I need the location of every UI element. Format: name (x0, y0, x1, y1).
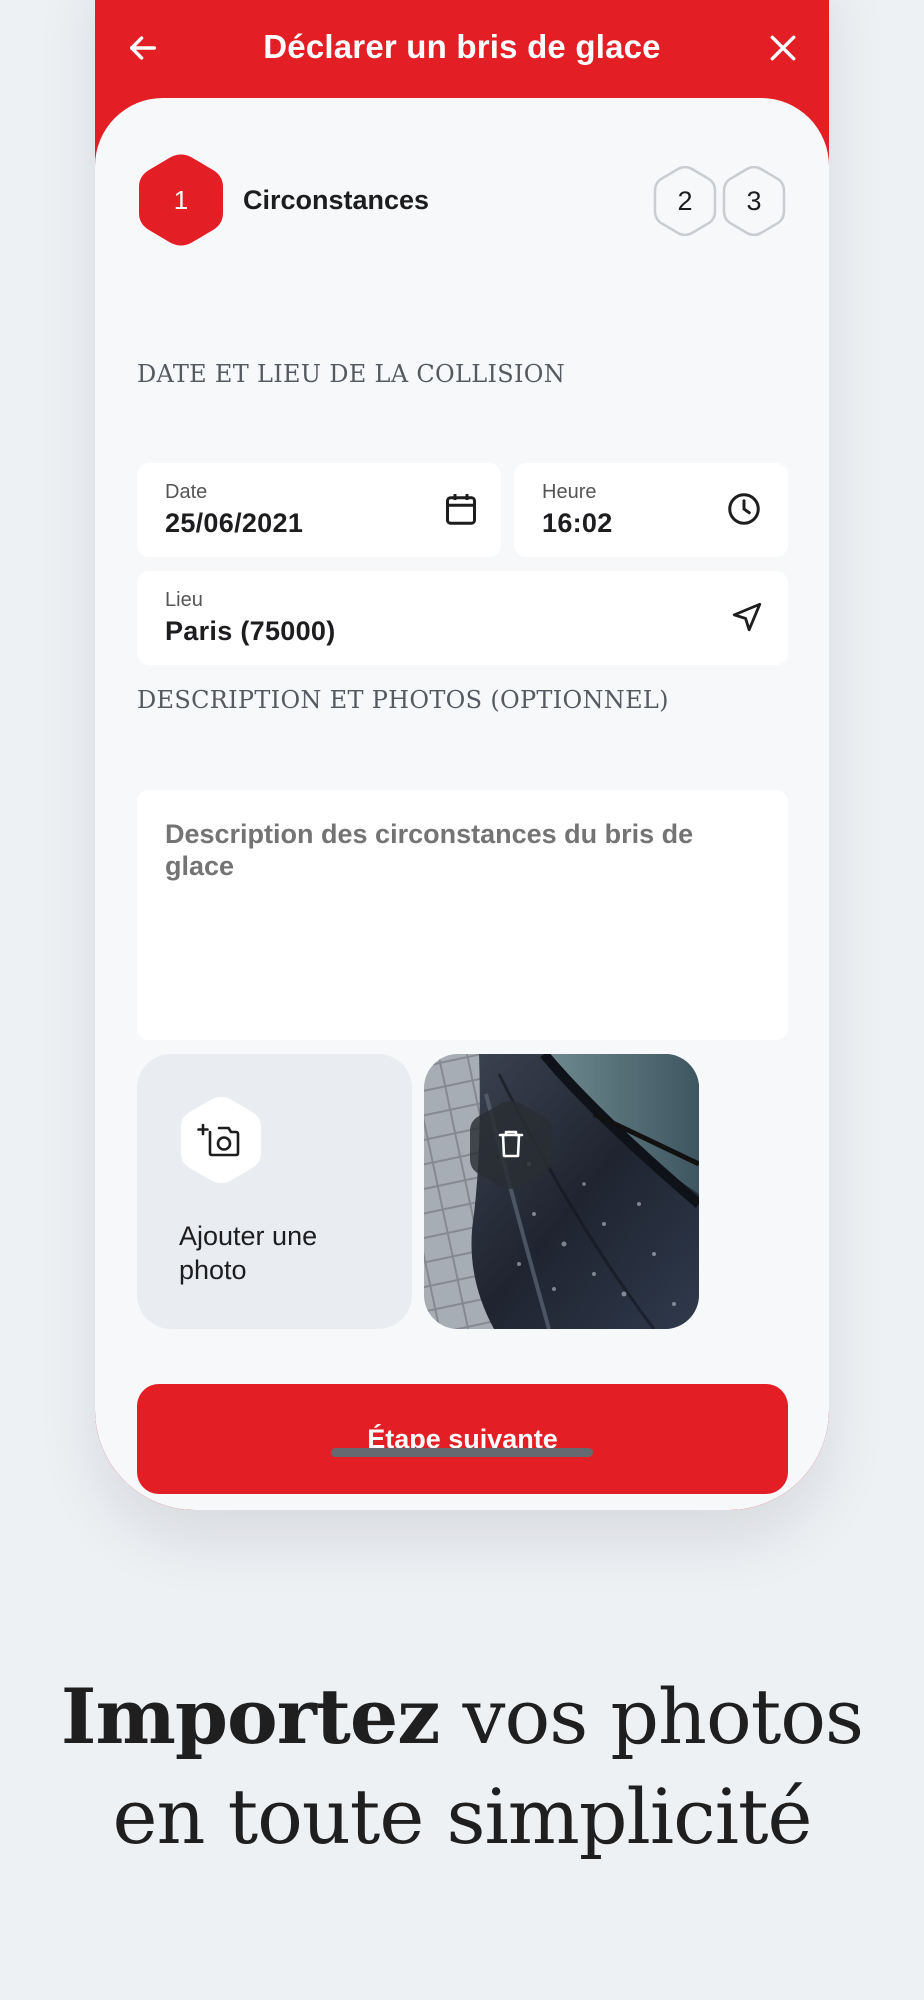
phone-frame: Déclarer un bris de glace 1 Circonstance… (95, 0, 829, 1510)
location-field[interactable]: Lieu Paris (75000) (137, 571, 788, 665)
step-indicator-2: 2 (653, 166, 717, 236)
date-label: Date (165, 481, 208, 503)
camera-add-icon (181, 1097, 261, 1183)
close-icon (770, 35, 796, 61)
time-field[interactable]: Heure 16:02 (514, 463, 788, 557)
form-sheet: 1 Circonstances 2 3 DATE ET LIEU DE LA C… (95, 98, 829, 1510)
delete-photo-button[interactable] (470, 1100, 552, 1190)
location-label: Lieu (165, 589, 203, 611)
next-step-button[interactable]: Étape suivante (137, 1384, 788, 1494)
description-textarea[interactable]: Description des circonstances du bris de… (137, 790, 788, 1040)
page-title: Déclarer un bris de glace (263, 28, 661, 65)
step-number: 1 (173, 184, 189, 215)
car-photo (424, 1054, 699, 1329)
section-title-description: DESCRIPTION ET PHOTOS (OPTIONNEL) (137, 686, 669, 714)
tagline-line-2: en toute simplicité (112, 1772, 812, 1861)
tagline-line-1: Importez vos photos (0, 1672, 924, 1761)
step-indicator-3: 3 (722, 166, 786, 236)
tagline-rest: vos photos (439, 1672, 865, 1761)
time-value: 16:02 (542, 508, 613, 538)
add-photo-label: Ajouter une photo (179, 1221, 318, 1285)
navigation-arrow-icon[interactable] (727, 597, 767, 637)
calendar-icon[interactable] (441, 489, 481, 529)
location-value: Paris (75000) (165, 616, 336, 646)
description-placeholder: Description des circonstances du bris de… (165, 819, 694, 881)
home-indicator[interactable] (331, 1448, 593, 1457)
clock-icon[interactable] (724, 489, 764, 529)
date-field[interactable]: Date 25/06/2021 (137, 463, 501, 557)
top-bar: Déclarer un bris de glace (95, 0, 829, 98)
trash-icon (470, 1101, 552, 1189)
photo-thumbnail[interactable] (424, 1054, 699, 1329)
time-label: Heure (542, 481, 597, 503)
tagline-bold: Importez (60, 1672, 440, 1761)
step-indicator-current: 1 (139, 154, 223, 246)
step-number-3: 3 (746, 185, 762, 216)
step-label: Circonstances (243, 185, 430, 215)
date-value: 25/06/2021 (165, 508, 304, 538)
close-button[interactable] (757, 22, 809, 74)
add-photo-button[interactable]: Ajouter une photo (137, 1054, 412, 1329)
step-number-2: 2 (677, 185, 693, 216)
section-title-date-lieu: DATE ET LIEU DE LA COLLISION (137, 360, 566, 388)
